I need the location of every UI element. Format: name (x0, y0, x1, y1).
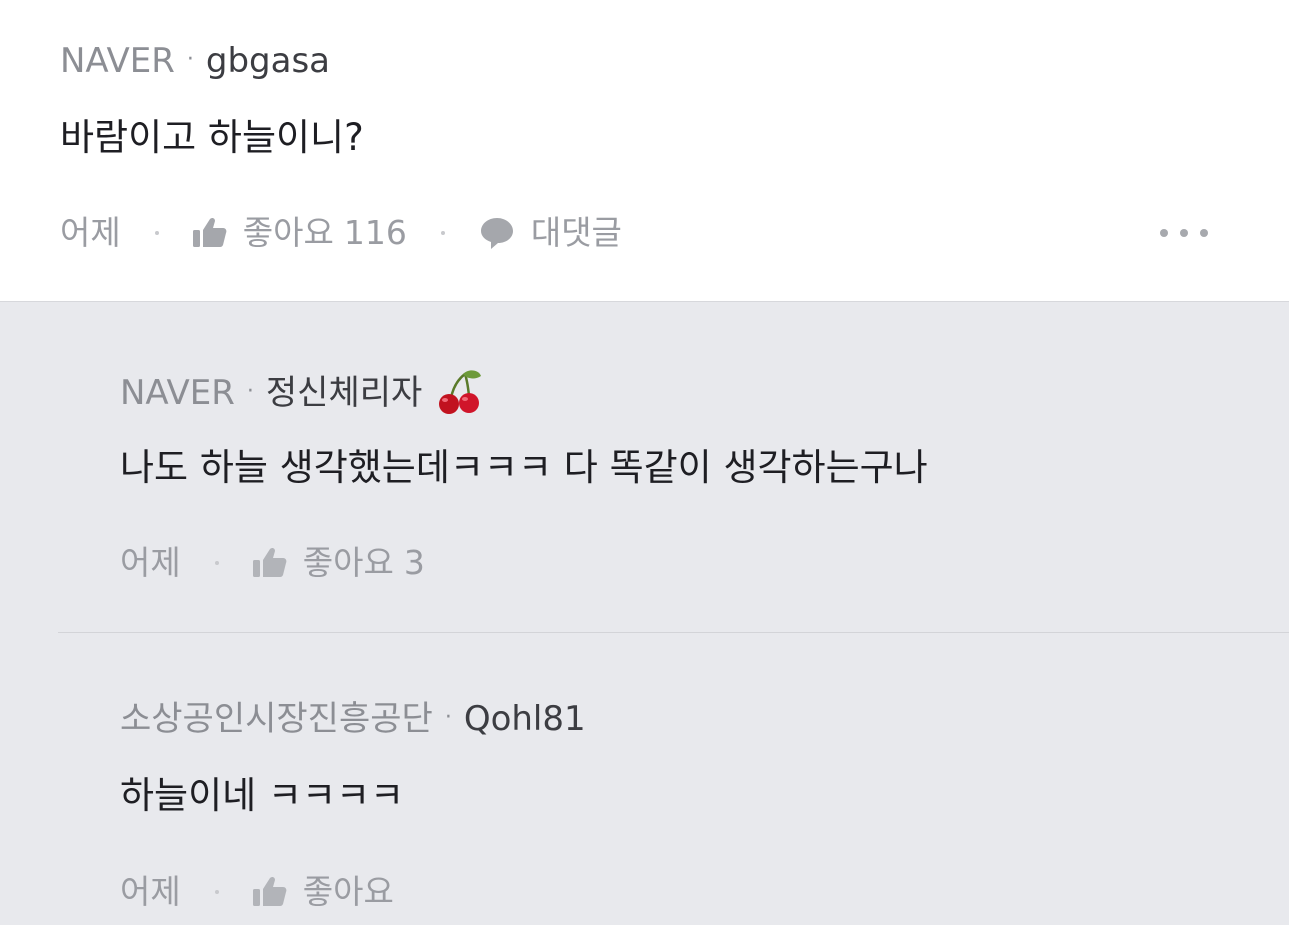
reply-time: 어제 (120, 872, 181, 911)
more-dot (1200, 229, 1208, 237)
like-button[interactable]: 좋아요 (252, 872, 394, 912)
like-count: 3 (403, 543, 425, 582)
reply-author[interactable]: 정신체리자 (266, 373, 422, 413)
meta-separator: · (246, 379, 254, 404)
like-label: 좋아요 (302, 872, 394, 911)
comment-meta: NAVER · gbgasa (60, 40, 330, 81)
like-button[interactable]: 좋아요 3 (252, 543, 425, 583)
action-separator (440, 231, 445, 235)
reply-source: 소상공인시장진흥공단 (120, 699, 433, 739)
comment-source: NAVER (60, 41, 175, 81)
comment-author[interactable]: gbgasa (206, 41, 330, 81)
speech-bubble-icon (480, 218, 513, 249)
comment-actions: 어제 좋아요 116 대댓글 (60, 213, 622, 253)
thumbs-up-icon (252, 876, 287, 906)
comment-time: 어제 (60, 213, 121, 252)
action-separator (154, 231, 159, 235)
reply-source: NAVER (120, 373, 235, 413)
action-separator (214, 561, 219, 565)
cherry-icon (439, 370, 482, 414)
reply-actions: 어제 좋아요 3 (120, 543, 425, 583)
reply-actions: 어제 좋아요 (120, 872, 394, 912)
reply-text: 나도 하늘 생각했는데ㅋㅋㅋ 다 똑같이 생각하는구나 (120, 446, 928, 489)
reply-button[interactable]: 대댓글 (479, 213, 622, 253)
meta-separator: · (444, 705, 452, 730)
more-options-button[interactable] (1160, 222, 1208, 244)
like-label: 좋아요 (242, 213, 334, 252)
comment-item: NAVER · gbgasa 바람이고 하늘이니? 어제 좋아요 116 대댓글 (0, 0, 1289, 302)
reply-time: 어제 (120, 543, 181, 582)
reply-meta: 소상공인시장진흥공단 · Qohl81 (120, 698, 586, 739)
action-separator (214, 890, 219, 894)
reply-meta: NAVER · 정신체리자 (120, 368, 483, 416)
meta-separator: · (186, 47, 194, 72)
more-dot (1160, 229, 1168, 237)
more-dot (1180, 229, 1188, 237)
like-label: 좋아요 (302, 543, 394, 582)
comment-text: 바람이고 하늘이니? (60, 116, 364, 159)
reply-label: 대댓글 (530, 213, 622, 252)
like-button[interactable]: 좋아요 116 (192, 213, 407, 253)
reply-text: 하늘이네 ㅋㅋㅋㅋ (120, 774, 405, 817)
like-count: 116 (343, 213, 407, 252)
reply-divider (58, 632, 1289, 633)
thumbs-up-icon (192, 217, 227, 247)
reply-author[interactable]: Qohl81 (464, 699, 586, 739)
thumbs-up-icon (252, 547, 287, 577)
